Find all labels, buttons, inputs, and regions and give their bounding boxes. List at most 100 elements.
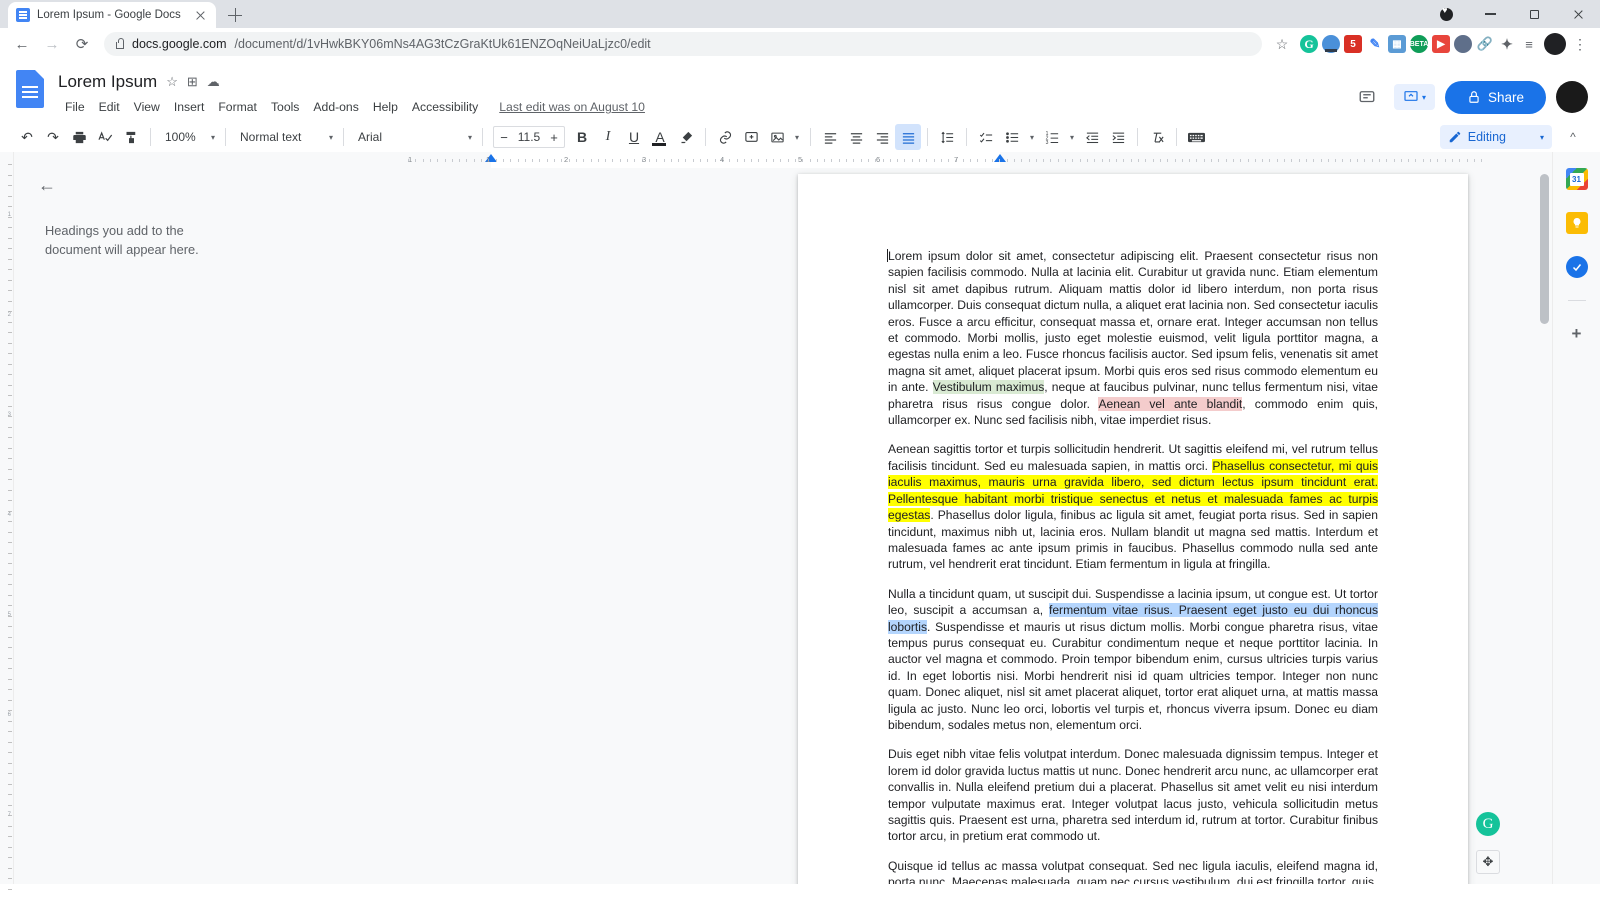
align-center-button[interactable] xyxy=(843,124,869,150)
horizontal-ruler[interactable]: 1 1 2 3 4 5 6 7 xyxy=(400,152,1504,168)
new-tab-button[interactable] xyxy=(222,2,248,28)
explore-floating-button[interactable]: ✥ xyxy=(1476,850,1500,874)
document-body[interactable]: Lorem ipsum dolor sit amet, consectetur … xyxy=(887,248,1378,884)
zoom-select[interactable]: 100% ▾ xyxy=(157,125,219,149)
puzzle-extensions-icon[interactable]: ✦ xyxy=(1498,35,1516,53)
insert-image-caret[interactable]: ▾ xyxy=(790,124,804,150)
menu-tools[interactable]: Tools xyxy=(264,98,306,116)
paint-format-button[interactable] xyxy=(118,124,144,150)
undo-button[interactable]: ↶ xyxy=(14,124,40,150)
red-recorder-extension-icon[interactable]: 5 xyxy=(1344,35,1362,53)
close-window-button[interactable] xyxy=(1556,0,1600,28)
ruler-tick xyxy=(8,668,12,669)
hide-menus-button[interactable]: ^ xyxy=(1560,124,1586,150)
input-tools-button[interactable] xyxy=(1183,124,1209,150)
align-right-button[interactable] xyxy=(869,124,895,150)
document-paragraph[interactable]: Quisque id tellus ac massa volutpat cons… xyxy=(888,858,1378,884)
grammarly-floating-button[interactable]: G xyxy=(1476,812,1500,836)
cloud-saved-icon[interactable]: ☁ xyxy=(207,74,220,90)
increase-indent-button[interactable] xyxy=(1105,124,1131,150)
decrease-indent-button[interactable] xyxy=(1079,124,1105,150)
font-size-value[interactable]: 11.5 xyxy=(514,130,544,144)
browser-profile-avatar[interactable] xyxy=(1544,33,1566,55)
move-to-folder-icon[interactable]: ⊞ xyxy=(187,74,198,90)
close-outline-button[interactable]: ← xyxy=(32,170,62,200)
highlight-color-button[interactable] xyxy=(673,124,699,150)
numbered-list-caret[interactable]: ▾ xyxy=(1065,124,1079,150)
checklist-button[interactable] xyxy=(973,124,999,150)
link-extension-icon[interactable]: 🔗 xyxy=(1476,35,1494,53)
italic-button[interactable]: I xyxy=(595,124,621,150)
lastpass-extension-icon[interactable] xyxy=(1322,35,1340,53)
chrome-menu-icon[interactable]: ⋮ xyxy=(1568,36,1592,53)
reload-button[interactable]: ⟳ xyxy=(68,30,96,58)
google-keep-icon[interactable] xyxy=(1565,212,1588,234)
align-left-button[interactable] xyxy=(817,124,843,150)
ruler-tick xyxy=(1232,159,1234,162)
document-paragraph[interactable]: Aenean sagittis tortor et turpis sollici… xyxy=(888,441,1378,572)
menu-format[interactable]: Format xyxy=(211,98,264,116)
redo-button[interactable]: ↷ xyxy=(40,124,66,150)
insert-image-button[interactable] xyxy=(764,124,790,150)
insert-link-button[interactable] xyxy=(712,124,738,150)
text-color-button[interactable]: A xyxy=(647,124,673,150)
bulleted-list-button[interactable] xyxy=(999,124,1025,150)
document-paragraph[interactable]: Duis eget nibh vitae felis volutpat inte… xyxy=(888,746,1378,844)
add-ons-plus-icon[interactable]: + xyxy=(1566,323,1588,345)
menu-file[interactable]: File xyxy=(58,98,92,116)
beta-extension-icon[interactable]: BETA xyxy=(1410,35,1428,53)
reading-list-icon[interactable]: ≡ xyxy=(1520,35,1538,53)
document-title[interactable]: Lorem Ipsum xyxy=(58,72,157,92)
blue-grid-extension-icon[interactable]: ▦ xyxy=(1388,35,1406,53)
profile-indicator-button[interactable] xyxy=(1424,0,1468,28)
document-paragraph[interactable]: Nulla a tincidunt quam, ut suscipit dui.… xyxy=(888,586,1378,734)
document-paragraph[interactable]: Lorem ipsum dolor sit amet, consectetur … xyxy=(887,248,1378,428)
line-spacing-button[interactable] xyxy=(934,124,960,150)
document-page[interactable]: Lorem ipsum dolor sit amet, consectetur … xyxy=(798,174,1468,884)
document-canvas[interactable]: 1 1 2 3 4 5 6 7 Lorem ipsum dolor sit amet, con… xyxy=(400,152,1552,884)
font-size-decrease[interactable]: − xyxy=(494,130,514,145)
pocket-extension-icon[interactable] xyxy=(1454,35,1472,53)
spellcheck-button[interactable] xyxy=(92,124,118,150)
back-button[interactable]: ← xyxy=(8,30,36,58)
font-size-increase[interactable]: + xyxy=(544,130,564,145)
minimize-button[interactable] xyxy=(1468,0,1512,28)
close-icon[interactable] xyxy=(193,8,208,23)
bulleted-list-caret[interactable]: ▾ xyxy=(1025,124,1039,150)
forward-button[interactable]: → xyxy=(38,30,66,58)
grammarly-extension-icon[interactable]: G xyxy=(1300,35,1318,53)
menu-accessibility[interactable]: Accessibility xyxy=(405,98,485,116)
share-button[interactable]: Share xyxy=(1444,80,1546,114)
underline-button[interactable]: U xyxy=(621,124,647,150)
font-size-stepper[interactable]: − 11.5 + xyxy=(493,126,565,148)
star-doc-icon[interactable]: ☆ xyxy=(166,74,178,90)
font-family-select[interactable]: Arial ▾ xyxy=(350,125,476,149)
google-docs-logo[interactable] xyxy=(14,70,48,114)
editing-mode-button[interactable]: Editing ▾ xyxy=(1439,125,1552,149)
last-edit-link[interactable]: Last edit was on August 10 xyxy=(499,100,645,114)
bookmark-star-icon[interactable]: ☆ xyxy=(1270,36,1294,53)
marker-pen-extension-icon[interactable]: ✎ xyxy=(1366,35,1384,53)
google-calendar-icon[interactable] xyxy=(1565,168,1588,190)
youtube-extension-icon[interactable]: ▶ xyxy=(1432,35,1450,53)
numbered-list-button[interactable]: 123 xyxy=(1039,124,1065,150)
menu-view[interactable]: View xyxy=(127,98,167,116)
document-scrollbar[interactable] xyxy=(1540,174,1549,324)
add-comment-button[interactable] xyxy=(738,124,764,150)
comment-history-icon[interactable] xyxy=(1350,80,1384,114)
menu-help[interactable]: Help xyxy=(366,98,405,116)
menu-add-ons[interactable]: Add-ons xyxy=(306,98,365,116)
bold-button[interactable]: B xyxy=(569,124,595,150)
paragraph-style-select[interactable]: Normal text ▾ xyxy=(232,125,337,149)
address-bar[interactable]: docs.google.com/document/d/1vHwkBKY06mNs… xyxy=(104,32,1262,56)
print-button[interactable] xyxy=(66,124,92,150)
clear-formatting-button[interactable] xyxy=(1144,124,1170,150)
account-avatar[interactable] xyxy=(1556,81,1588,113)
google-tasks-icon[interactable] xyxy=(1565,256,1588,278)
align-justify-button[interactable] xyxy=(895,124,921,150)
present-button[interactable]: ▾ xyxy=(1393,84,1435,110)
menu-insert[interactable]: Insert xyxy=(167,98,211,116)
menu-edit[interactable]: Edit xyxy=(92,98,127,116)
browser-tab[interactable]: Lorem Ipsum - Google Docs xyxy=(8,2,216,28)
maximize-button[interactable] xyxy=(1512,0,1556,28)
